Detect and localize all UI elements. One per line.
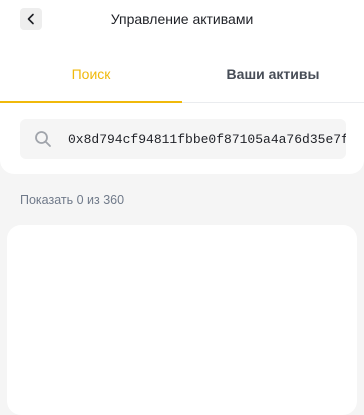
tab-bar: Поиск Ваши активы	[0, 52, 364, 103]
results-panel	[7, 225, 357, 415]
tab-search[interactable]: Поиск	[0, 52, 182, 103]
top-panel: Управление активами Поиск Ваши активы	[0, 0, 364, 174]
tab-your-assets[interactable]: Ваши активы	[182, 52, 364, 102]
result-count: Показать 0 из 360	[20, 193, 125, 207]
header: Управление активами	[0, 0, 364, 40]
search-icon	[34, 130, 52, 148]
search-box[interactable]	[20, 119, 346, 159]
search-input[interactable]	[68, 119, 346, 159]
page-title: Управление активами	[110, 11, 254, 27]
